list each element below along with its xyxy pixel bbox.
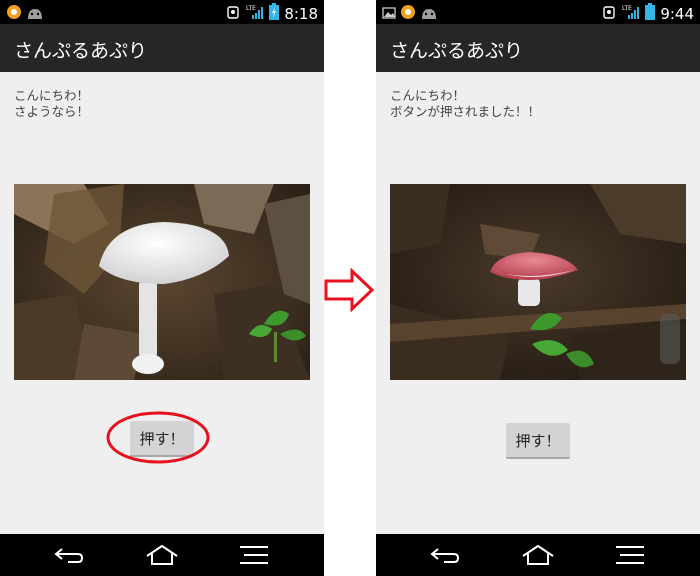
message-line-2: ボタンが押されました！！ bbox=[390, 104, 541, 119]
red-mushroom-image bbox=[390, 184, 686, 380]
back-icon[interactable] bbox=[49, 540, 89, 570]
battery-charging-icon bbox=[269, 3, 280, 24]
push-button[interactable]: 押す！ bbox=[506, 423, 570, 459]
status-clock: 9:44 bbox=[660, 4, 694, 23]
status-bar: LTE 8:18 bbox=[0, 0, 324, 24]
message-text: こんにちわ！ さようなら！ bbox=[14, 88, 89, 120]
navigation-bar bbox=[0, 534, 324, 576]
android-icon bbox=[26, 5, 44, 24]
status-clock: 8:18 bbox=[284, 4, 318, 23]
lock-alert-icon bbox=[6, 4, 22, 24]
home-icon[interactable] bbox=[142, 540, 182, 570]
image-icon bbox=[382, 5, 396, 24]
signal-icon: LTE bbox=[246, 4, 264, 24]
menu-icon[interactable] bbox=[234, 540, 274, 570]
phone-screen-after: LTE 9:44 さんぷるあぷり こんにちわ！ ボタンが押されました！！ 押す！ bbox=[376, 0, 700, 576]
home-icon[interactable] bbox=[518, 540, 558, 570]
message-text: こんにちわ！ ボタンが押されました！！ bbox=[390, 88, 540, 120]
white-mushroom-image bbox=[14, 184, 310, 380]
back-icon[interactable] bbox=[425, 540, 465, 570]
android-icon bbox=[420, 5, 438, 24]
navigation-bar bbox=[376, 534, 700, 576]
svg-text:LTE: LTE bbox=[622, 5, 632, 12]
app-title: さんぷるあぷり bbox=[390, 40, 524, 62]
app-title: さんぷるあぷり bbox=[14, 40, 148, 62]
menu-icon[interactable] bbox=[610, 540, 650, 570]
signal-icon: LTE bbox=[622, 4, 640, 24]
message-line-1: こんにちわ！ bbox=[390, 88, 466, 103]
highlight-ellipse bbox=[106, 411, 210, 464]
message-line-2: さようなら！ bbox=[14, 104, 90, 119]
battery-icon bbox=[645, 3, 656, 24]
svg-text:LTE: LTE bbox=[246, 5, 256, 12]
right-arrow-icon bbox=[324, 268, 375, 312]
action-bar: さんぷるあぷり bbox=[376, 24, 700, 72]
message-line-1: こんにちわ！ bbox=[14, 88, 90, 103]
lte-icon bbox=[601, 4, 617, 24]
phone-screen-before: LTE 8:18 さんぷるあぷり こんにちわ！ さようなら！ 押す！ bbox=[0, 0, 324, 576]
lte-icon bbox=[225, 4, 241, 24]
status-bar: LTE 9:44 bbox=[376, 0, 700, 24]
lock-alert-icon bbox=[400, 4, 416, 24]
action-bar: さんぷるあぷり bbox=[0, 24, 324, 72]
